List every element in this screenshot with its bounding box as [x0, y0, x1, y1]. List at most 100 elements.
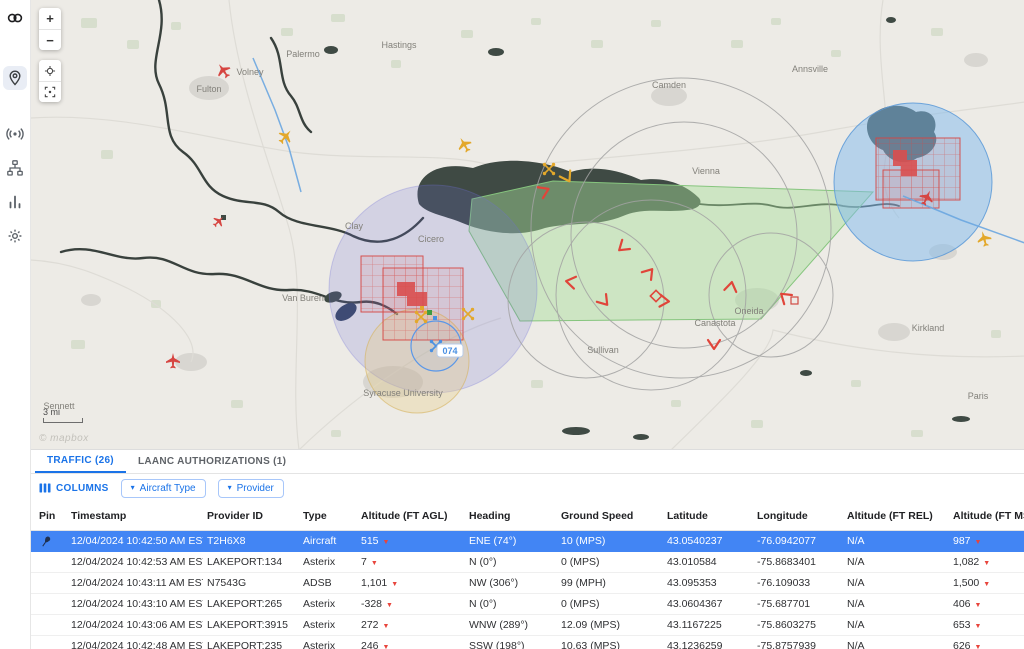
cell-heading: SSW (198°) [465, 640, 557, 649]
map-canvas[interactable]: Palermo Hastings Volney Fulton Camden An… [31, 0, 1024, 449]
chevron-down-icon: ▾ [228, 484, 232, 492]
cell-alt-msl: 1,082 ▼ [949, 556, 1024, 568]
alt-agl-value: -328 [361, 598, 382, 610]
cell-alt-agl: 246 ▼ [357, 640, 465, 649]
map-label: Syracuse University [363, 388, 443, 398]
map-attribution: © mapbox [39, 433, 89, 444]
pin-cell[interactable] [31, 534, 67, 549]
map-label: Paris [968, 391, 989, 401]
alt-agl-value: 272 [361, 619, 379, 631]
hierarchy-icon [6, 159, 24, 177]
map-label: Vienna [692, 166, 720, 176]
cell-latitude: 43.1236259 [663, 640, 753, 649]
col-alt-msl: Altitude (FT MSL) [949, 510, 1024, 522]
map-pin-icon [6, 69, 24, 87]
trend-down-icon: ▼ [975, 602, 982, 609]
cell-timestamp: 12/04/2024 10:43:06 AM EST [67, 619, 203, 631]
cell-alt-rel: N/A [843, 619, 949, 631]
cell-latitude: 43.0604367 [663, 598, 753, 610]
cell-longitude: -76.0942077 [753, 535, 843, 547]
panel-tabs: TRAFFIC (26) LAANC AUTHORIZATIONS (1) [31, 450, 1024, 474]
filter-aircraft-type[interactable]: ▾ Aircraft Type [121, 479, 206, 498]
col-alt-rel: Altitude (FT REL) [843, 510, 949, 522]
cell-longitude: -75.687701 [753, 598, 843, 610]
col-alt-agl: Altitude (FT AGL) [357, 510, 465, 522]
cell-provider-id: LAKEPORT:235 [203, 640, 299, 649]
trend-down-icon: ▼ [983, 560, 990, 567]
broadcast-icon [6, 125, 24, 143]
cell-type: Asterix [299, 556, 357, 568]
cell-alt-msl: 626▼ [949, 640, 1024, 649]
table-row[interactable]: 12/04/2024 10:43:10 AM EST LAKEPORT:265 … [31, 594, 1024, 615]
cell-alt-rel: N/A [843, 640, 949, 649]
trend-down-icon: ▼ [391, 581, 398, 588]
table-row[interactable]: 12/04/2024 10:43:11 AM EST N7543G ADSB 1… [31, 573, 1024, 594]
alt-msl-value: 987 [953, 535, 971, 547]
table-row[interactable]: 12/04/2024 10:42:53 AM EST LAKEPORT:134 … [31, 552, 1024, 573]
traffic-table: Pin Timestamp Provider ID Type Altitude … [31, 502, 1024, 649]
bar-chart-icon [6, 193, 24, 211]
cell-latitude: 43.0540237 [663, 535, 753, 547]
alt-msl-value: 1,082 [953, 556, 979, 568]
alt-msl-value: 1,500 [953, 577, 979, 589]
map-label: Camden [652, 80, 686, 90]
trend-down-icon: ▼ [383, 623, 390, 630]
table-row[interactable]: 12/04/2024 10:42:50 AM EST T2H6X8 Aircra… [31, 531, 1024, 552]
cell-heading: N (0°) [465, 556, 557, 568]
map-label: Sullivan [587, 345, 619, 355]
table-row[interactable]: 12/04/2024 10:42:48 AM EST LAKEPORT:235 … [31, 636, 1024, 649]
table-row[interactable]: 12/04/2024 10:43:06 AM EST LAKEPORT:3915… [31, 615, 1024, 636]
cell-alt-agl: 7▼ [357, 556, 465, 568]
app-logo-icon[interactable] [3, 6, 27, 30]
col-provider-id: Provider ID [203, 510, 299, 522]
cell-timestamp: 12/04/2024 10:42:50 AM EST [67, 535, 203, 547]
cell-ground-speed: 12.09 (MPS) [557, 619, 663, 631]
zoom-out-button[interactable]: − [39, 29, 61, 50]
cell-heading: NW (306°) [465, 577, 557, 589]
map-label: Clay [345, 221, 364, 231]
cell-alt-agl: 272 ▼ [357, 619, 465, 631]
map-container[interactable]: Palermo Hastings Volney Fulton Camden An… [31, 0, 1024, 449]
recenter-button[interactable] [39, 81, 61, 102]
alt-msl-value: 626 [953, 640, 971, 649]
sidebar-item-location[interactable] [3, 66, 27, 90]
columns-button[interactable]: COLUMNS [39, 482, 109, 494]
cell-ground-speed: 10.63 (MPS) [557, 640, 663, 649]
map-label: Annsville [792, 64, 828, 74]
cell-type: Asterix [299, 619, 357, 631]
tab-traffic[interactable]: TRAFFIC (26) [35, 450, 126, 473]
waypoint-badge[interactable]: 074 [437, 344, 463, 357]
alt-agl-value: 246 [361, 640, 379, 649]
col-timestamp: Timestamp [67, 510, 203, 522]
trend-down-icon: ▼ [383, 644, 390, 649]
map-label: Oneida [734, 306, 763, 316]
sidebar-item-settings[interactable] [3, 224, 27, 248]
map-scale: 3 mi [43, 407, 83, 423]
trend-down-icon: ▼ [975, 623, 982, 630]
trend-down-icon: ▼ [371, 560, 378, 567]
cell-longitude: -75.8603275 [753, 619, 843, 631]
scale-label: 3 mi [43, 407, 60, 417]
cell-latitude: 43.010584 [663, 556, 753, 568]
filter-provider[interactable]: ▾ Provider [218, 479, 284, 498]
trend-down-icon: ▼ [383, 539, 390, 546]
columns-button-label: COLUMNS [56, 483, 109, 494]
cell-heading: WNW (289°) [465, 619, 557, 631]
trend-down-icon: ▼ [983, 581, 990, 588]
locate-button[interactable] [39, 60, 61, 81]
cell-provider-id: T2H6X8 [203, 535, 299, 547]
map-label: Palermo [286, 49, 320, 59]
cell-type: Asterix [299, 640, 357, 649]
cell-timestamp: 12/04/2024 10:42:53 AM EST [67, 556, 203, 568]
alt-agl-value: 1,101 [361, 577, 387, 589]
sidebar-item-analytics[interactable] [3, 190, 27, 214]
locate-icon [43, 64, 57, 78]
app-root: Palermo Hastings Volney Fulton Camden An… [0, 0, 1024, 649]
sidebar-item-hierarchy[interactable] [3, 156, 27, 180]
map-label: Cicero [418, 234, 444, 244]
zoom-control: + − [39, 8, 61, 50]
zoom-in-button[interactable]: + [39, 8, 61, 29]
tab-laanc-authorizations[interactable]: LAANC AUTHORIZATIONS (1) [126, 450, 298, 473]
sidebar-item-broadcast[interactable] [3, 122, 27, 146]
columns-icon [39, 482, 51, 494]
